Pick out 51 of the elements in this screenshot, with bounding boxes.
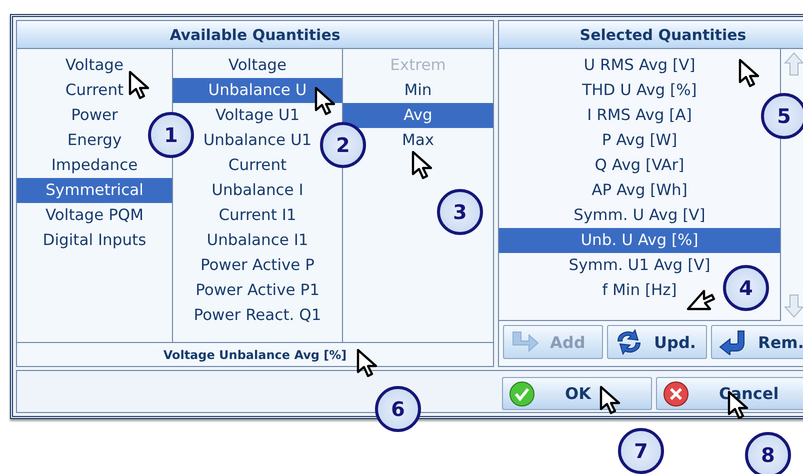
list-item[interactable]: Unbalance I [212, 178, 304, 203]
scroll-up-icon[interactable] [783, 51, 803, 77]
description-text: Voltage Unbalance Avg [%] [163, 348, 347, 362]
scroll-down-icon[interactable] [783, 293, 803, 319]
list-item[interactable]: f Min [Hz] [602, 278, 677, 303]
list-item[interactable]: Voltage [65, 53, 124, 78]
callout-number: 7 [618, 428, 664, 474]
list-item[interactable]: Min [404, 78, 432, 103]
list-item[interactable]: Symmetrical [46, 178, 144, 203]
panel-title: Selected Quantities [499, 21, 803, 49]
list-item[interactable]: Energy [67, 128, 122, 153]
list-item[interactable]: Impedance [51, 153, 138, 178]
list-item[interactable]: Unbalance I1 [206, 228, 308, 253]
cursor-icon [411, 150, 433, 180]
list-item[interactable]: THD U Avg [%] [582, 78, 697, 103]
list-item[interactable]: Current I1 [218, 203, 296, 228]
list-item[interactable]: Voltage [228, 53, 287, 78]
list-item[interactable]: Power Active P [200, 253, 314, 278]
cursor-icon [738, 58, 760, 88]
list-item[interactable]: U RMS Avg [V] [584, 53, 696, 78]
close-icon [663, 380, 689, 406]
list-item[interactable]: Unbalance U1 [203, 128, 312, 153]
list-item[interactable]: Current [228, 153, 287, 178]
callout-number: 8 [745, 432, 791, 474]
list-item[interactable]: I RMS Avg [A] [587, 103, 692, 128]
remove-button[interactable]: Rem. [711, 325, 803, 359]
list-item[interactable]: Q Avg [VAr] [594, 153, 684, 178]
list-item[interactable]: Power [71, 103, 118, 128]
cursor-icon [128, 70, 150, 100]
list-item[interactable]: Symm. U1 Avg [V] [568, 253, 710, 278]
list-item[interactable]: Unb. U Avg [%] [580, 228, 698, 253]
list-item[interactable]: Avg [404, 103, 432, 128]
list-item[interactable]: Voltage PQM [46, 203, 144, 228]
list-item[interactable]: Power Active P1 [196, 278, 320, 303]
panel-title: Available Quantities [17, 21, 493, 49]
list-item[interactable]: AP Avg [Wh] [592, 178, 688, 203]
list-item[interactable]: Symm. U Avg [V] [574, 203, 706, 228]
list-item[interactable]: Digital Inputs [42, 228, 146, 253]
list-item[interactable]: Unbalance U [208, 78, 307, 103]
list-item[interactable]: P Avg [W] [602, 128, 678, 153]
ok-button[interactable]: OK [502, 377, 652, 410]
list-item[interactable]: Power React. Q1 [194, 303, 322, 328]
update-button[interactable]: Upd. [607, 325, 707, 359]
list-item[interactable]: Max [402, 128, 434, 153]
list-item[interactable]: Voltage U1 [215, 103, 300, 128]
cursor-icon [599, 385, 621, 415]
check-icon [509, 380, 535, 406]
cursor-icon [686, 289, 716, 311]
list-item[interactable]: Current [65, 78, 124, 103]
arrow-icon [510, 330, 540, 354]
cursor-icon [314, 86, 336, 116]
